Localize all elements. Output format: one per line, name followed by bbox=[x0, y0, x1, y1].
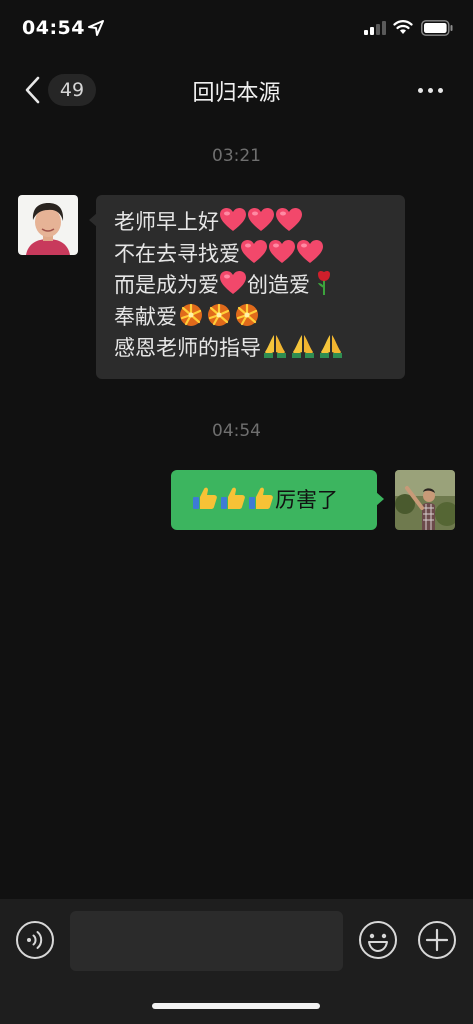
contact-avatar[interactable] bbox=[18, 195, 78, 255]
thumbs-up-emoji-icon bbox=[247, 485, 275, 511]
incoming-message-bubble[interactable]: 老师早上好 不在去寻找爱 而是成为爱 创造爱 奉献爱 感恩老师的指导 bbox=[89, 195, 405, 379]
heart-emoji-icon bbox=[219, 207, 247, 233]
self-avatar[interactable] bbox=[395, 470, 455, 530]
heart-emoji-icon bbox=[247, 207, 275, 233]
message-line: 老师早上好 bbox=[114, 207, 405, 239]
message-text: 老师早上好 bbox=[114, 210, 219, 234]
status-time: 04:54 bbox=[22, 17, 85, 39]
pray-emoji-icon bbox=[289, 333, 317, 359]
pray-emoji-icon bbox=[317, 333, 345, 359]
firework-emoji-icon bbox=[177, 302, 205, 328]
message-text: 感恩老师的指导 bbox=[114, 336, 261, 360]
location-arrow-icon bbox=[88, 20, 104, 36]
message-timestamp: 04:54 bbox=[212, 421, 261, 441]
heart-emoji-icon bbox=[240, 239, 268, 265]
chat-title: 回归本源 bbox=[192, 81, 281, 106]
firework-emoji-icon bbox=[233, 302, 261, 328]
heart-emoji-icon bbox=[275, 207, 303, 233]
message-line: 不在去寻找爱 bbox=[114, 239, 405, 271]
voice-icon[interactable] bbox=[15, 920, 55, 960]
plus-icon[interactable] bbox=[417, 920, 457, 960]
message-line: 而是成为爱 创造爱 bbox=[114, 270, 405, 302]
heart-emoji-icon bbox=[296, 239, 324, 265]
message-timestamp: 03:21 bbox=[212, 146, 261, 166]
message-text: 而是成为爱 bbox=[114, 273, 219, 297]
chat-header: 49 回归本源 bbox=[0, 60, 473, 120]
outgoing-message-bubble[interactable]: 厉害了 bbox=[171, 470, 384, 530]
wifi-icon bbox=[393, 20, 413, 34]
cellular-signal-icon bbox=[364, 21, 386, 35]
thumbs-up-emoji-icon bbox=[219, 485, 247, 511]
home-indicator[interactable] bbox=[152, 1003, 320, 1009]
message-line: 感恩老师的指导 bbox=[114, 333, 405, 365]
message-input[interactable] bbox=[70, 911, 343, 971]
heart-emoji-icon bbox=[219, 270, 247, 296]
thumbs-up-emoji-icon bbox=[191, 485, 219, 511]
message-line: 奉献爱 bbox=[114, 302, 405, 334]
firework-emoji-icon bbox=[205, 302, 233, 328]
composer-bar bbox=[0, 899, 473, 1024]
emoji-face-icon[interactable] bbox=[358, 920, 398, 960]
message-text: 厉害了 bbox=[275, 488, 338, 512]
message-text: 奉献爱 bbox=[114, 304, 177, 329]
message-text: 不在去寻找爱 bbox=[114, 241, 240, 266]
heart-emoji-icon bbox=[268, 239, 296, 265]
pray-emoji-icon bbox=[261, 333, 289, 359]
more-dots-icon[interactable] bbox=[412, 80, 450, 100]
status-bar: 04:54 bbox=[0, 0, 473, 50]
rose-emoji-icon bbox=[310, 270, 338, 296]
message-text: 创造爱 bbox=[247, 273, 310, 297]
battery-icon bbox=[421, 20, 453, 36]
